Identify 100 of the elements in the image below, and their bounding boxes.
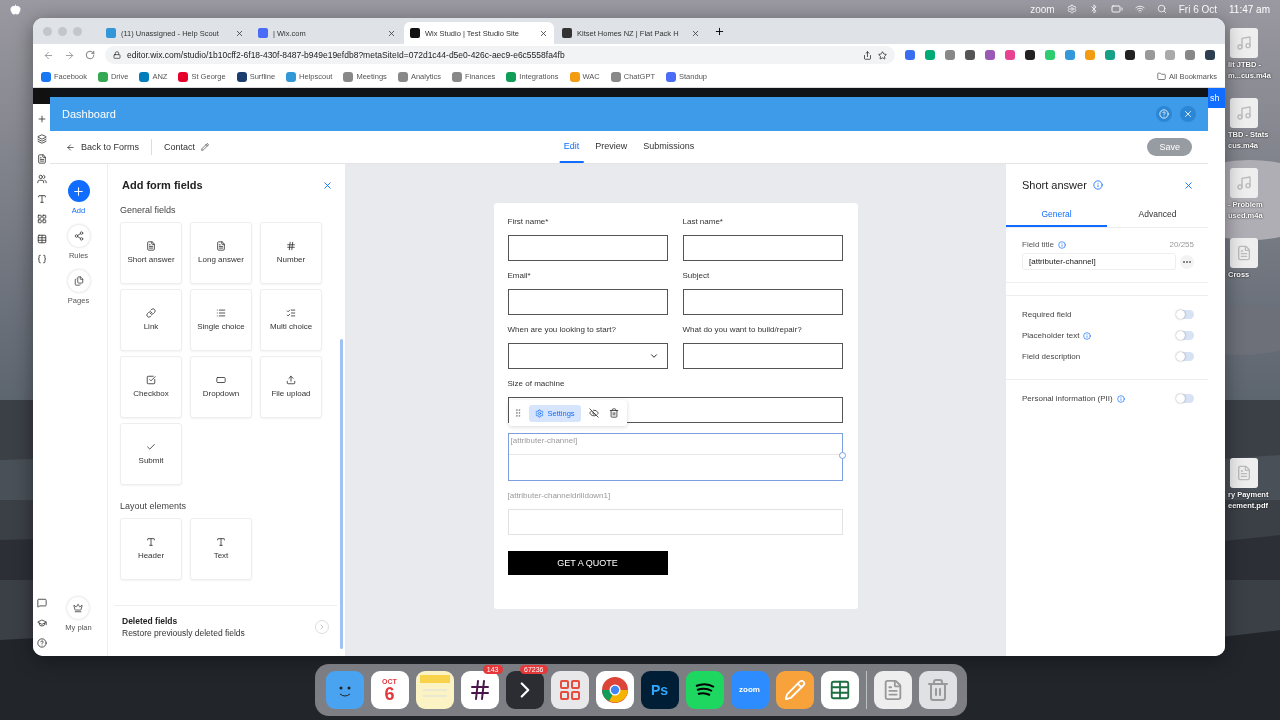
field-type-tile[interactable]: Single choice [190,289,252,351]
close-icon[interactable] [235,28,244,38]
panel-tab[interactable]: Advanced [1107,203,1208,227]
info-icon[interactable] [1083,331,1092,340]
trash-icon[interactable] [918,671,957,709]
favicon-icon [258,28,268,38]
info-icon[interactable] [1058,240,1066,249]
field-type-tile[interactable]: Submit [120,423,182,485]
text-field-icon [146,240,156,251]
field-type-tile[interactable]: Long answer [190,222,252,284]
help-button[interactable] [1156,106,1172,122]
field-type-tile[interactable]: Header [120,518,182,580]
sound-waves-icon[interactable] [685,671,724,709]
braces-icon[interactable] [36,254,47,264]
browser-app-icon[interactable] [595,671,634,709]
dropdown-field[interactable] [507,343,668,369]
back-icon[interactable] [43,49,54,61]
pen-app-icon[interactable] [775,671,814,709]
hide-button[interactable] [586,406,601,420]
back-arrow-icon [66,142,75,152]
input-field[interactable] [682,235,843,261]
smiley-face-icon[interactable] [325,671,364,709]
resize-handle[interactable] [838,452,846,459]
forward-icon[interactable] [64,49,75,61]
toggle-switch[interactable] [1176,310,1194,319]
reload-icon[interactable] [85,50,95,60]
new-tab-icon[interactable] [714,25,725,37]
add-icon[interactable] [36,114,47,124]
photo-editor-app-icon[interactable]: Ps [640,671,679,709]
people-icon[interactable] [36,174,47,184]
field-type-tile[interactable]: Multi choice [260,289,322,351]
comment-icon[interactable] [36,598,47,608]
apple-icon[interactable] [10,3,21,15]
input-field[interactable] [507,235,668,261]
field-label: Last name* [682,217,724,228]
notepad-icon[interactable] [415,671,454,709]
toggle-switch[interactable] [1176,331,1194,340]
address-bar[interactable]: editor.wix.com/studio/1b10cff2-6f18-430f-8487-b949e19efdb8?metaSiteId=072d1c44-d5e0-426c-aec9-e6c5558fa4fb [105,46,895,64]
view-tab[interactable]: Preview [591,131,632,163]
field-type-tile[interactable]: File upload [260,356,322,418]
toggle-switch[interactable] [1176,394,1194,403]
more-button[interactable] [1180,254,1194,269]
page-icon[interactable] [36,154,47,164]
deleted-subtitle: Restore previously deleted fields [122,628,246,638]
form-name[interactable]: Contact [164,142,222,152]
input-field[interactable] [507,289,668,315]
close-icon[interactable] [387,28,396,38]
back-link[interactable]: Back to Forms [66,142,151,152]
field-type-tile[interactable]: Checkbox [120,356,182,418]
info-icon[interactable] [1092,180,1103,190]
learn-icon[interactable] [36,618,47,628]
field-type-tile[interactable]: Number [260,222,322,284]
settings-icon [534,408,544,418]
field-type-tile[interactable]: Short answer [120,222,182,284]
file-icon[interactable] [873,671,912,709]
upload-icon [286,374,296,385]
submit-button[interactable]: GET A QUOTE [507,551,668,575]
scrollbar[interactable] [340,339,343,649]
close-button[interactable] [1183,179,1194,191]
panel-tab[interactable]: General [1006,203,1107,227]
hash-logo-icon[interactable] [460,671,499,709]
publish-button[interactable]: sh [1208,88,1225,108]
field-label: Email* [507,271,532,282]
input-field[interactable] [682,343,843,369]
input-field[interactable] [682,289,843,315]
battery-icon[interactable] [1110,3,1123,15]
pages-icon [67,270,90,292]
gear-icon[interactable] [1066,4,1077,14]
share-icon[interactable] [863,50,872,60]
grid-app-icon[interactable] [550,671,589,709]
url-text: editor.wix.com/studio/1b10cff2-6f18-430f-8487-b949e19efdb8?metaSiteId=072d1c44-d5e0-426c-aec9-e6c5558fa4fb [127,50,565,60]
character-count: 20/255 [1169,240,1194,249]
pdf-file-icon[interactable] [1230,458,1258,488]
input-field[interactable]: [attributer-channel] [1022,253,1176,270]
bluetooth-icon[interactable] [1088,4,1099,14]
layers-icon[interactable] [36,134,47,144]
close-icon[interactable] [539,28,548,38]
field-label: [attributer-channeldrilldown1] [507,491,612,502]
type-icon [216,536,226,547]
view-tab[interactable]: Submissions [639,131,699,163]
field-type-tile[interactable]: Dropdown [190,356,252,418]
star-icon[interactable] [878,50,887,60]
toggle-switch[interactable] [1176,352,1194,361]
lock-icon [113,51,121,59]
chevron-app-icon[interactable] [505,671,544,709]
type-icon[interactable] [36,194,47,204]
spreadsheet-app-icon[interactable] [820,671,859,709]
table-icon[interactable] [36,234,47,244]
pen-icon [783,679,806,701]
field-type-tile[interactable]: Link [120,289,182,351]
field-type-tile[interactable]: Text [190,518,252,580]
wifi-icon[interactable] [1134,4,1145,14]
close-button[interactable] [1180,106,1196,122]
help-icon[interactable] [36,638,47,648]
text-field-icon [216,240,226,251]
close-button[interactable] [322,179,333,191]
info-icon[interactable] [1116,394,1125,403]
document-icon[interactable] [1230,238,1258,268]
search-icon[interactable] [1156,4,1167,14]
close-icon[interactable] [691,28,700,38]
